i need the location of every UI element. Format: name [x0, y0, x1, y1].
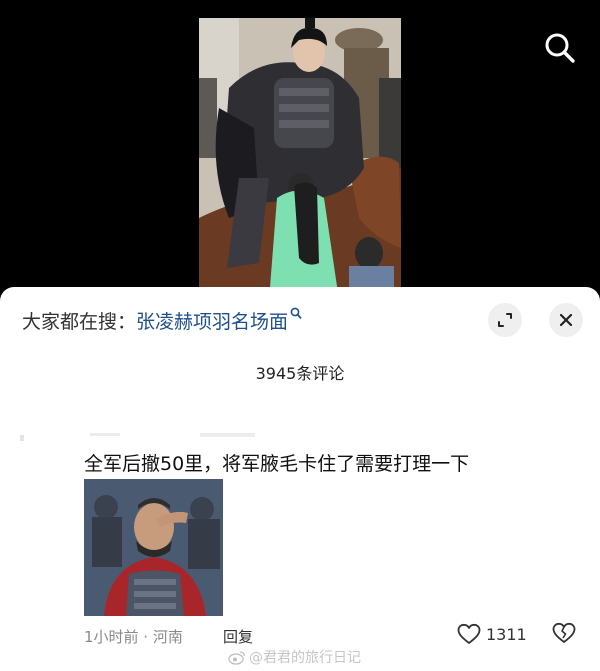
heart-icon: [457, 623, 481, 644]
general-meme-image: [84, 479, 223, 616]
comment-text: 全军后撤50里，将军腋毛卡住了需要打理一下: [84, 453, 470, 475]
watermark: @君君的旅行日记: [228, 647, 361, 667]
like-button[interactable]: 1311: [457, 623, 527, 645]
video-thumbnail[interactable]: [199, 18, 401, 300]
reply-button[interactable]: 回复: [223, 626, 253, 647]
comment-image[interactable]: [84, 479, 223, 616]
dislike-button[interactable]: [552, 622, 576, 648]
expand-button[interactable]: [488, 303, 522, 337]
like-count: 1311: [486, 624, 527, 644]
expand-icon: [498, 313, 512, 327]
search-small-icon: [290, 307, 302, 319]
close-icon: [559, 313, 573, 327]
comment-count: 3945条评论: [255, 364, 345, 383]
faded-previous-comment: [20, 433, 255, 441]
search-button[interactable]: [540, 28, 580, 68]
trending-search[interactable]: 大家都在搜：张凌赫项羽名场面: [22, 307, 302, 334]
watermark-text: @君君的旅行日记: [249, 650, 361, 666]
trending-query-link[interactable]: 张凌赫项羽名场面: [136, 311, 288, 333]
weibo-logo-icon: [228, 650, 246, 665]
search-icon: [545, 33, 575, 63]
video-player[interactable]: [0, 0, 600, 300]
costume-drama-rider-scene: [199, 18, 401, 300]
trending-prefix: 大家都在搜：: [22, 311, 137, 333]
close-button[interactable]: [549, 303, 583, 337]
comment-meta: 1小时前 · 河南: [84, 628, 183, 646]
broken-heart-icon: [552, 622, 576, 643]
comment-sheet: 大家都在搜：张凌赫项羽名场面 3945条评论 全军后撤50里，将军腋毛卡住了需要…: [0, 287, 600, 671]
